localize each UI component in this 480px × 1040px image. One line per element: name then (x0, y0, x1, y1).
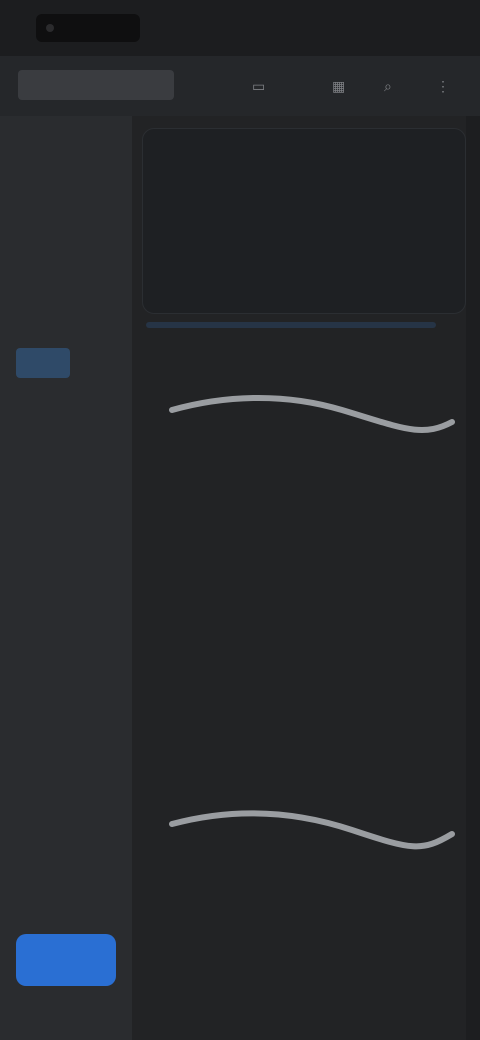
sidebar-item-10[interactable] (16, 618, 116, 648)
sidebar-item-5-active[interactable] (16, 348, 70, 378)
app-title (18, 70, 174, 100)
sidebar-item-4[interactable] (16, 294, 116, 324)
header-menu-icon[interactable]: ▭ (252, 74, 265, 98)
header-grid-icon[interactable]: ▦ (332, 74, 345, 98)
trend-line-1 (169, 395, 455, 434)
trend-chart-2 (169, 810, 455, 850)
status-dot-icon (46, 24, 54, 32)
sidebar-item-3[interactable] (16, 240, 116, 270)
sidebar-item-9[interactable] (16, 564, 116, 594)
scrollbar-track[interactable] (466, 116, 480, 1040)
section-divider (146, 322, 436, 328)
app-header: ▭ ▦ ⌕ ⋮ (0, 56, 480, 116)
main-content (132, 116, 480, 1040)
sidebar-item-13[interactable] (16, 780, 116, 810)
hero-card[interactable] (142, 128, 466, 314)
sidebar-item-8[interactable] (16, 510, 116, 540)
sidebar-item-7[interactable] (16, 456, 116, 486)
sidebar-item-1[interactable] (16, 132, 116, 162)
header-search-icon[interactable]: ⌕ (384, 74, 392, 98)
sidebar-item-2[interactable] (16, 186, 116, 216)
status-pill (36, 14, 140, 42)
sidebar (0, 116, 132, 1040)
trend-chart-1 (169, 395, 455, 434)
header-more-icon[interactable]: ⋮ (436, 74, 450, 98)
sidebar-item-11[interactable] (16, 672, 116, 702)
sidebar-item-6[interactable] (16, 402, 116, 432)
sidebar-item-12[interactable] (16, 726, 116, 756)
trend-line-2 (169, 810, 455, 850)
primary-action-button[interactable] (16, 934, 116, 986)
status-bar (0, 0, 480, 56)
